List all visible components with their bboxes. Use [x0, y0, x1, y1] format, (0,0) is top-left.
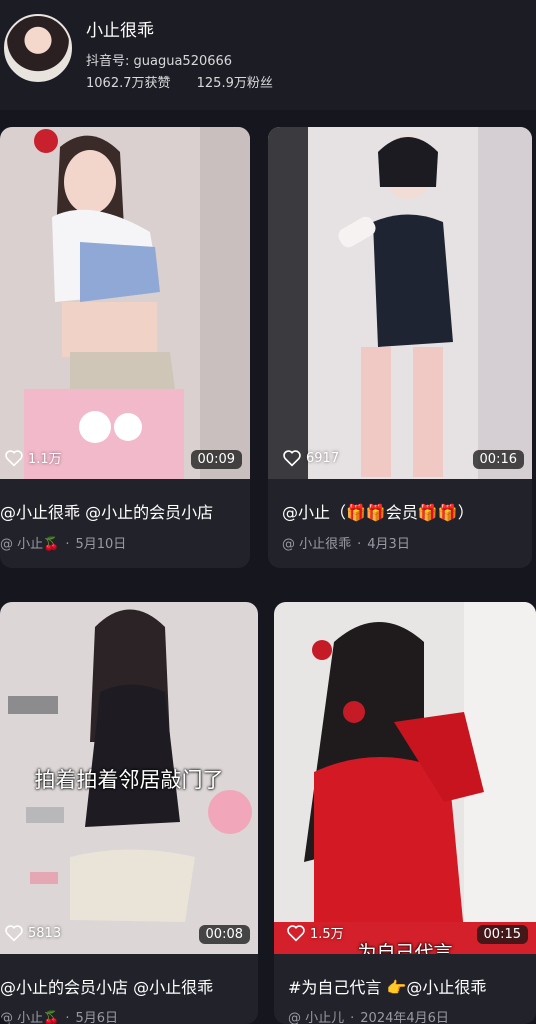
- video-thumbnail[interactable]: 拍着拍着邻居敲门了 5813 00:08: [0, 602, 258, 954]
- video-card[interactable]: 1.1万 00:09 @小止很乖 @小止的会员小店 @ 小止🍒 · 5月10日: [0, 127, 250, 568]
- video-meta: @ 小止🍒 · 5月6日: [0, 1011, 119, 1024]
- account-id: 抖音号: guagua520666: [86, 54, 233, 69]
- like-count: 1.1万: [4, 448, 62, 467]
- video-author[interactable]: @ 小止🍒: [0, 537, 59, 552]
- profile-stats: 1062.7万获赞 125.9万粉丝: [86, 72, 295, 91]
- video-title[interactable]: #为自己代言 👉@小止很乖: [288, 974, 486, 998]
- video-date: 5月10日: [75, 537, 127, 552]
- heart-icon: [283, 450, 301, 467]
- video-duration: 00:15: [476, 925, 528, 944]
- video-caption-overlay: 拍着拍着邻居敲门了: [34, 768, 224, 792]
- profile-name[interactable]: 小止很乖: [86, 16, 154, 41]
- like-count-text: 6917: [306, 450, 340, 466]
- video-title[interactable]: @小止很乖 @小止的会员小店: [0, 499, 213, 523]
- like-count: 5813: [4, 924, 61, 942]
- video-title[interactable]: @小止（🎁🎁会员🎁🎁）: [282, 499, 474, 523]
- heart-icon: [5, 925, 23, 942]
- video-duration: 00:08: [198, 925, 250, 944]
- video-date: 5月6日: [75, 1011, 119, 1024]
- video-card[interactable]: 拍着拍着邻居敲门了 5813 00:08 @小止的会员小店 @小止很乖 @ 小止…: [0, 602, 258, 1024]
- like-count: 1.5万: [286, 923, 344, 942]
- avatar[interactable]: [4, 14, 72, 82]
- like-count-text: 1.5万: [310, 927, 344, 942]
- like-count: 6917: [282, 449, 339, 467]
- video-thumbnail[interactable]: 为自己代言 1.5万 00:15: [274, 602, 536, 954]
- video-date: 2024年4月6日: [360, 1011, 449, 1024]
- video-author[interactable]: @ 小止很乖: [282, 537, 351, 552]
- like-count-text: 5813: [28, 925, 62, 941]
- video-card[interactable]: 6917 00:16 @小止（🎁🎁会员🎁🎁） @ 小止很乖 · 4月3日: [268, 127, 532, 568]
- video-meta: @ 小止🍒 · 5月10日: [0, 537, 127, 552]
- fans-count: 125.9万粉丝: [196, 76, 273, 91]
- video-thumbnail[interactable]: 1.1万 00:09: [0, 127, 250, 479]
- video-author[interactable]: @ 小止儿: [288, 1011, 344, 1024]
- video-card[interactable]: 为自己代言 1.5万 00:15 #为自己代言 👉@小止很乖 @ 小止儿 · 202…: [274, 602, 536, 1024]
- video-meta: @ 小止很乖 · 4月3日: [282, 537, 410, 552]
- like-count-text: 1.1万: [28, 452, 62, 467]
- likes-count: 1062.7万获赞: [86, 76, 171, 91]
- video-meta: @ 小止儿 · 2024年4月6日: [288, 1011, 449, 1024]
- heart-icon: [5, 449, 23, 467]
- video-duration: 00:09: [190, 450, 242, 469]
- video-duration: 00:16: [472, 450, 524, 469]
- heart-icon: [287, 924, 305, 942]
- profile-header: 小止很乖 抖音号: guagua520666 1062.7万获赞 125.9万粉…: [0, 0, 536, 110]
- video-title[interactable]: @小止的会员小店 @小止很乖: [0, 974, 213, 998]
- video-thumbnail[interactable]: 6917 00:16: [268, 127, 532, 479]
- video-date: 4月3日: [367, 537, 410, 552]
- video-author[interactable]: @ 小止🍒: [0, 1011, 59, 1024]
